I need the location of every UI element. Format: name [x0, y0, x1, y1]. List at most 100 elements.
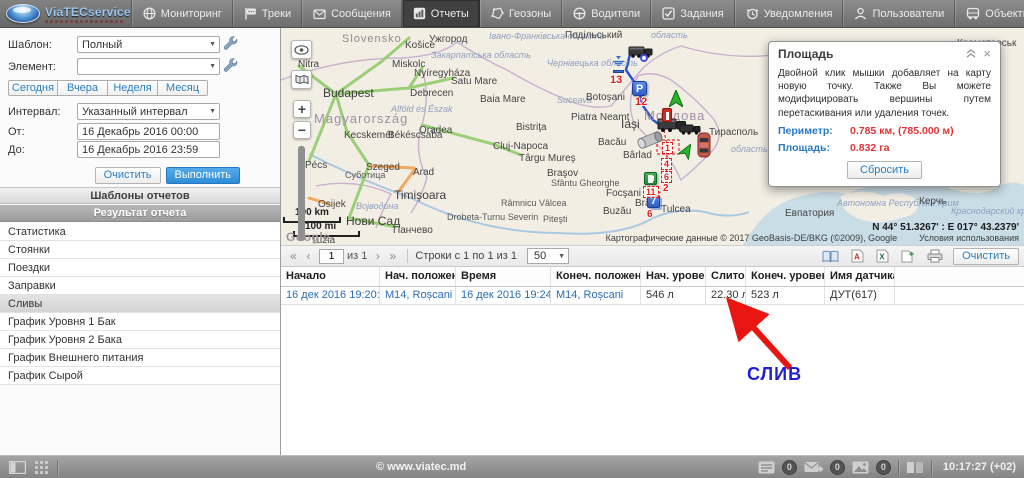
- col-start-location[interactable]: Нач. положение: [380, 267, 456, 287]
- next-page-button[interactable]: ›: [370, 249, 385, 263]
- first-page-button[interactable]: «: [286, 249, 301, 263]
- report-sidebar: Шаблон: Полный▼ Элемент: ▼ Сегодня Вчера…: [0, 28, 281, 455]
- export-excel-icon[interactable]: X: [876, 249, 889, 263]
- nav-label: Мониторинг: [161, 8, 222, 20]
- table-row[interactable]: 16 дек 2016 19:20:33 M14, Roșcani 16 дек…: [281, 287, 1024, 305]
- direction-arrow-marker[interactable]: [669, 90, 683, 107]
- nav-units[interactable]: Объекты: [955, 0, 1024, 27]
- result-item-fuelings[interactable]: Заправки: [0, 277, 280, 295]
- section-report-templates[interactable]: Шаблоны отчетов: [0, 187, 280, 204]
- event-flag-marker[interactable]: [662, 108, 672, 122]
- result-item-parkings[interactable]: Стоянки: [0, 241, 280, 259]
- clear-form-button[interactable]: Очистить: [95, 167, 161, 184]
- close-icon[interactable]: ×: [983, 49, 991, 59]
- nav-reports[interactable]: Отчеты: [402, 0, 480, 27]
- interval-label: Интервал:: [8, 106, 60, 118]
- page-size-select[interactable]: 50▼: [527, 248, 569, 264]
- result-item-drains[interactable]: Сливы: [0, 295, 280, 313]
- result-item-fuel-chart-1[interactable]: График Уровня 1 Бак: [0, 313, 280, 331]
- perimeter-label: Периметр:: [778, 125, 850, 137]
- export-pdf-icon[interactable]: A: [851, 249, 864, 263]
- template-select[interactable]: Полный▼: [77, 36, 220, 53]
- zoom-slider[interactable]: [298, 146, 305, 241]
- section-report-result[interactable]: Результат отчета: [0, 205, 280, 222]
- nav-tracks[interactable]: Треки: [233, 0, 302, 27]
- reset-button[interactable]: Сбросить: [847, 161, 922, 179]
- media-icon[interactable]: [852, 461, 869, 474]
- water-level-marker[interactable]: [612, 56, 625, 66]
- col-time[interactable]: Время: [456, 267, 551, 287]
- nav-users[interactable]: Пользователи: [843, 0, 955, 27]
- mail-count-badge[interactable]: 0: [830, 460, 845, 475]
- nav-messages[interactable]: Сообщения: [302, 0, 402, 27]
- range-today-button[interactable]: Сегодня: [8, 80, 58, 96]
- event-label-4[interactable]: 4: [661, 158, 672, 170]
- col-end-location[interactable]: Конеч. положение: [551, 267, 641, 287]
- range-week-button[interactable]: Неделя: [108, 80, 158, 96]
- range-month-button[interactable]: Месяц: [158, 80, 208, 96]
- element-settings-wrench-icon[interactable]: [222, 58, 238, 74]
- result-item-power-chart[interactable]: График Внешнего питания: [0, 349, 280, 367]
- event-label-1[interactable]: 1: [662, 142, 673, 154]
- col-start[interactable]: Начало: [281, 267, 380, 287]
- result-item-raw-chart[interactable]: График Сырой: [0, 367, 280, 385]
- prev-page-button[interactable]: ‹: [301, 249, 316, 263]
- nav-notifications[interactable]: Уведомления: [735, 0, 844, 27]
- nav-geofences[interactable]: Геозоны: [480, 0, 562, 27]
- cell-start[interactable]: 16 дек 2016 19:20:33: [281, 287, 380, 305]
- nav-jobs[interactable]: Задания: [651, 0, 734, 27]
- cell-start-location[interactable]: M14, Roșcani: [380, 287, 456, 305]
- to-date-input[interactable]: [77, 141, 220, 158]
- collapse-icon[interactable]: [966, 49, 976, 59]
- element-select[interactable]: ▼: [77, 58, 220, 75]
- notices-count-badge[interactable]: 0: [782, 460, 797, 475]
- last-page-button[interactable]: »: [385, 249, 400, 263]
- log-books-icon[interactable]: [906, 461, 924, 474]
- execute-report-button[interactable]: Выполнить: [166, 167, 240, 184]
- cell-time[interactable]: 16 дек 2016 19:24:35: [456, 287, 551, 305]
- map-viewport[interactable]: SlovenskoKošiceNitraMiskolcNyíregyházaBu…: [281, 28, 1024, 245]
- zoom-in-button[interactable]: +: [293, 100, 311, 118]
- template-settings-wrench-icon[interactable]: [222, 36, 238, 52]
- report-book-icon[interactable]: [822, 250, 839, 263]
- page-number-input[interactable]: [319, 249, 344, 264]
- cell-end-location[interactable]: M14, Roșcani: [551, 287, 641, 305]
- print-icon[interactable]: [927, 249, 943, 263]
- nav-drivers[interactable]: Водители: [562, 0, 651, 27]
- event-label-11[interactable]: 11: [643, 186, 659, 198]
- range-yesterday-button[interactable]: Вчера: [58, 80, 108, 96]
- clear-report-button[interactable]: Очистить: [953, 248, 1019, 265]
- new-report-icon[interactable]: [901, 249, 915, 263]
- point-circle-marker[interactable]: [640, 54, 648, 62]
- fuel-station-marker[interactable]: [644, 172, 657, 185]
- from-date-input[interactable]: [77, 123, 220, 140]
- zoom-out-button[interactable]: −: [293, 121, 311, 139]
- mail-icon[interactable]: [804, 461, 823, 474]
- car-marker[interactable]: [697, 132, 711, 158]
- visibility-button[interactable]: [291, 40, 312, 59]
- segment-marker[interactable]: [613, 70, 624, 73]
- copyright-label[interactable]: © www.viatec.md: [376, 461, 466, 473]
- event-label-6[interactable]: 6: [661, 171, 672, 183]
- event-label-13[interactable]: 13: [610, 74, 622, 86]
- terms-link[interactable]: Условия использования: [919, 233, 1019, 243]
- result-item-fuel-chart-2[interactable]: График Уровня 2 Бака: [0, 331, 280, 349]
- layers-button[interactable]: [291, 70, 312, 89]
- media-count-badge[interactable]: 0: [876, 460, 891, 475]
- grid-icon[interactable]: [35, 461, 48, 474]
- col-end-level[interactable]: Конеч. уровень: [746, 267, 825, 287]
- col-start-level[interactable]: Нач. уровень: [641, 267, 706, 287]
- collapse-panel-icon[interactable]: [9, 461, 26, 474]
- interval-select[interactable]: Указанный интервал▼: [77, 103, 220, 120]
- parking-marker[interactable]: P: [632, 81, 647, 96]
- event-label-12[interactable]: 12: [635, 96, 647, 108]
- col-sensor-name[interactable]: Имя датчика: [825, 267, 895, 287]
- nav-label: Задания: [680, 8, 723, 20]
- result-item-trips[interactable]: Поездки: [0, 259, 280, 277]
- nav-monitoring[interactable]: Мониторинг: [132, 0, 233, 27]
- notices-icon[interactable]: [758, 461, 775, 474]
- result-item-statistics[interactable]: Статистика: [0, 223, 280, 241]
- col-drained[interactable]: Слито: [706, 267, 746, 287]
- event-label-2[interactable]: 2: [663, 183, 669, 194]
- event-label-6b[interactable]: 6: [647, 209, 653, 220]
